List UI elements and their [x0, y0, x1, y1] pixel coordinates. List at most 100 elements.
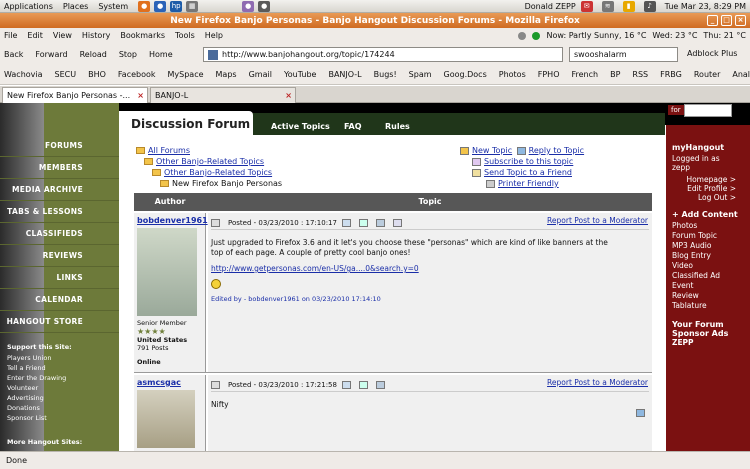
add-content-link[interactable]: Photos: [672, 221, 738, 230]
support-link[interactable]: Sponsor List: [7, 414, 119, 422]
back-button[interactable]: Back: [4, 50, 23, 59]
weather-now[interactable]: Now: Partly Sunny, 16 °C: [546, 31, 646, 40]
applications-menu[interactable]: Applications: [4, 2, 53, 11]
tab-banjo-l[interactable]: BANJO-L ×: [150, 87, 296, 103]
support-link[interactable]: Volunteer: [7, 384, 119, 392]
menu-help[interactable]: Help: [205, 31, 223, 40]
close-tab-icon[interactable]: ×: [137, 91, 144, 100]
support-link[interactable]: Enter the Drawing: [7, 374, 119, 382]
bookmark-item[interactable]: Wachovia: [4, 70, 43, 79]
bookmark-item[interactable]: Facebook: [118, 70, 156, 79]
reply-link[interactable]: Reply to Topic: [529, 146, 584, 155]
hp-icon[interactable]: hp: [170, 0, 183, 12]
battery-icon[interactable]: ▮: [622, 1, 635, 12]
printer-friendly-link[interactable]: Printer Friendly: [498, 179, 559, 188]
bookmark-item[interactable]: Gmail: [249, 70, 272, 79]
minimize-icon[interactable]: _: [707, 15, 718, 26]
nav-media-archive[interactable]: MEDIA ARCHIVE: [0, 179, 119, 201]
support-link[interactable]: Players Union: [7, 354, 119, 362]
tab-rules[interactable]: Rules: [385, 122, 410, 131]
search-input[interactable]: swooshalarm: [569, 47, 678, 62]
add-content-link[interactable]: Classified Ad: [672, 271, 738, 280]
home-button[interactable]: Home: [149, 50, 173, 59]
nav-hangout-store[interactable]: HANGOUT STORE: [0, 311, 119, 333]
nav-classifieds[interactable]: CLASSIFIEDS: [0, 223, 119, 245]
avatar[interactable]: [137, 228, 197, 316]
bookmark-item[interactable]: Router: [694, 70, 721, 79]
email-icon[interactable]: [341, 218, 351, 227]
quote-icon[interactable]: [375, 380, 385, 389]
site-search-input[interactable]: [684, 104, 732, 117]
avatar[interactable]: [137, 390, 195, 448]
bookmark-item[interactable]: FPHO: [538, 70, 560, 79]
weather-wed[interactable]: Wed: 23 °C: [652, 31, 697, 40]
app-icon[interactable]: ●: [242, 0, 255, 12]
author-name[interactable]: bobdenver1961: [137, 216, 208, 225]
volume-icon[interactable]: ♪: [643, 1, 656, 12]
reload-button[interactable]: Reload: [80, 50, 107, 59]
report-post-link[interactable]: Report Post to a Moderator: [547, 378, 648, 387]
edit-profile-link[interactable]: Edit Profile >: [672, 184, 736, 193]
crumb-forum[interactable]: Other Banjo-Related Topics: [164, 168, 272, 177]
profile-icon[interactable]: [358, 380, 368, 389]
network-icon[interactable]: ≋: [601, 1, 614, 12]
bookmark-item[interactable]: RSS: [632, 70, 648, 79]
post-link[interactable]: http://www.getpersonas.com/en-US/ga....0…: [211, 264, 649, 273]
bookmark-item[interactable]: FRBG: [660, 70, 682, 79]
bookmark-item[interactable]: MySpace: [168, 70, 204, 79]
tab-active-topics[interactable]: Active Topics: [271, 122, 330, 131]
nav-members[interactable]: MEMBERS: [0, 157, 119, 179]
maximize-icon[interactable]: □: [721, 15, 732, 26]
bookmark-item[interactable]: BANJO-L: [328, 70, 361, 79]
add-content-link[interactable]: MP3 Audio: [672, 241, 738, 250]
new-topic-link[interactable]: New Topic: [472, 146, 512, 155]
homepage-link[interactable]: Homepage >: [672, 175, 736, 184]
edit-icon[interactable]: [392, 218, 402, 227]
app-icon-2[interactable]: ●: [258, 0, 271, 12]
forward-button[interactable]: Forward: [35, 50, 67, 59]
send-topic-link[interactable]: Send Topic to a Friend: [484, 168, 572, 177]
bookmark-item[interactable]: Spam: [409, 70, 432, 79]
bookmark-item[interactable]: Analytics: [732, 70, 750, 79]
clock[interactable]: Tue Mar 23, 8:29 PM: [665, 2, 746, 11]
subscribe-link[interactable]: Subscribe to this topic: [484, 157, 573, 166]
crumb-category[interactable]: Other Banjo-Related Topics: [156, 157, 264, 166]
menu-tools[interactable]: Tools: [175, 31, 195, 40]
sponsor-name[interactable]: ZEPP: [672, 338, 738, 347]
bookmark-item[interactable]: YouTube: [284, 70, 317, 79]
menu-bookmarks[interactable]: Bookmarks: [120, 31, 165, 40]
log-out-link[interactable]: Log Out >: [672, 193, 736, 202]
bookmark-item[interactable]: French: [572, 70, 599, 79]
bookmark-item[interactable]: Goog.Docs: [444, 70, 487, 79]
tab-banjo-personas[interactable]: New Firefox Banjo Personas -... ×: [2, 87, 148, 103]
nav-tabs-lessons[interactable]: TABS & LESSONS: [0, 201, 119, 223]
add-content-link[interactable]: Video: [672, 261, 738, 270]
weather-thu[interactable]: Thu: 21 °C: [703, 31, 746, 40]
nav-links[interactable]: LINKS: [0, 267, 119, 289]
status-green-icon[interactable]: [532, 31, 541, 40]
bookmark-item[interactable]: Bugs!: [374, 70, 397, 79]
email-icon[interactable]: [341, 380, 351, 389]
mail-icon[interactable]: ✉: [580, 1, 593, 12]
launcher-icon[interactable]: ●: [154, 0, 167, 12]
places-menu[interactable]: Places: [63, 2, 88, 11]
nav-calendar[interactable]: CALENDAR: [0, 289, 119, 311]
add-content-link[interactable]: Blog Entry: [672, 251, 738, 260]
nav-reviews[interactable]: REVIEWS: [0, 245, 119, 267]
calculator-icon[interactable]: ▦: [186, 0, 199, 12]
add-content-link[interactable]: Tablature: [672, 301, 738, 310]
bookmark-item[interactable]: Maps: [216, 70, 237, 79]
system-menu[interactable]: System: [98, 2, 128, 11]
add-content-link[interactable]: Review: [672, 291, 738, 300]
menu-history[interactable]: History: [82, 31, 110, 40]
stop-button[interactable]: Stop: [119, 50, 137, 59]
user-name[interactable]: Donald ZEPP: [525, 2, 576, 11]
nav-forums[interactable]: FORUMS: [0, 135, 119, 157]
tab-faq[interactable]: FAQ: [344, 122, 362, 131]
firefox-launcher-icon[interactable]: ●: [138, 0, 151, 12]
menu-edit[interactable]: Edit: [27, 31, 43, 40]
support-link[interactable]: Tell a Friend: [7, 364, 119, 372]
close-icon[interactable]: ×: [735, 15, 746, 26]
report-post-link[interactable]: Report Post to a Moderator: [547, 216, 648, 225]
quote-icon[interactable]: [375, 218, 385, 227]
